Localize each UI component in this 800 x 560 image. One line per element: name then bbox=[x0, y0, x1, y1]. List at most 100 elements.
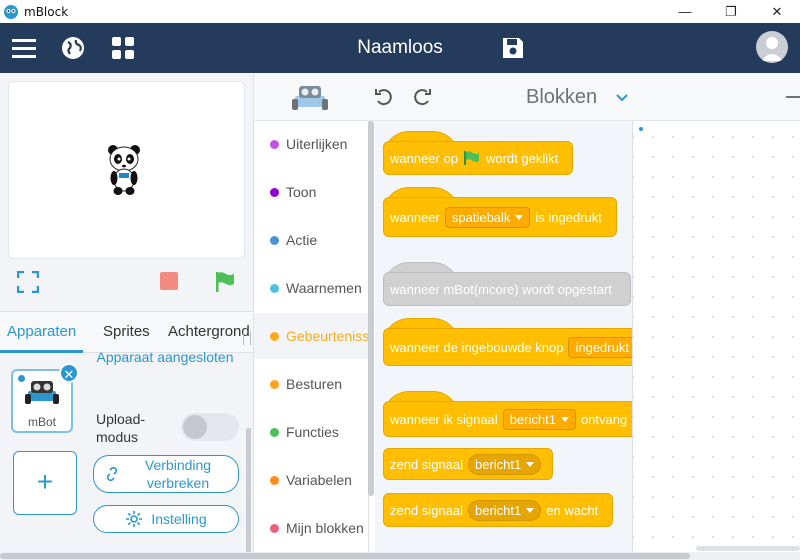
chevron-down-icon[interactable] bbox=[615, 91, 629, 105]
close-window-button[interactable]: ✕ bbox=[754, 0, 800, 23]
category-variabelen[interactable]: Variabelen bbox=[254, 457, 370, 503]
mblock-logo-icon bbox=[4, 4, 18, 19]
block-text: wordt geklikt bbox=[485, 150, 559, 166]
category-mijn-blokken[interactable]: Mijn blokken bbox=[254, 505, 370, 551]
menu-icon[interactable] bbox=[11, 35, 37, 61]
toggle-knob bbox=[183, 415, 207, 439]
block-text: wanneer mBot(mcore) wordt opgestart bbox=[390, 281, 612, 297]
device-name: mBot bbox=[27, 415, 56, 429]
canvas-scrollbar[interactable] bbox=[696, 546, 800, 551]
block-text: en wacht bbox=[546, 502, 599, 518]
dropdown-value: bericht1 bbox=[509, 411, 556, 427]
button-state-dropdown[interactable]: ingedrukt bbox=[568, 336, 632, 358]
upload-mode-toggle[interactable] bbox=[181, 413, 239, 441]
save-icon[interactable] bbox=[500, 35, 526, 61]
category-label: Gebeurtenissen bbox=[286, 328, 370, 344]
message-dropdown[interactable]: bericht1 bbox=[468, 499, 542, 521]
block-when-receive-message[interactable]: wanneer ik signaal bericht1 ontvang bbox=[383, 401, 632, 437]
script-canvas[interactable] bbox=[633, 121, 800, 560]
bottom-scrollbar-thumb[interactable] bbox=[0, 553, 690, 559]
block-broadcast[interactable]: zend signaal bericht1 bbox=[383, 448, 553, 480]
left-panel: Apparaten Sprites Achtergrond ✕ mBot + A… bbox=[0, 73, 253, 560]
add-device-button[interactable]: + bbox=[13, 451, 77, 515]
block-when-mbot-starts[interactable]: wanneer mBot(mcore) wordt opgestart bbox=[383, 272, 631, 306]
message-dropdown[interactable]: bericht1 bbox=[502, 408, 576, 430]
category-uiterlijken[interactable]: Uiterlijken bbox=[254, 121, 370, 167]
block-palette: wanneer op wordt geklikt wanneer spatieb… bbox=[375, 121, 633, 560]
block-category-list: Uiterlijken Toon Actie Waarnemen Gebeurt… bbox=[253, 121, 370, 560]
category-label: Waarnemen bbox=[286, 280, 362, 296]
dropdown-value: spatiebalk bbox=[451, 209, 511, 225]
category-dot bbox=[270, 427, 279, 437]
dropdown-value: ingedrukt bbox=[575, 339, 629, 355]
category-gebeurtenissen[interactable]: Gebeurtenissen bbox=[254, 313, 370, 359]
window-title: mBlock bbox=[24, 4, 69, 19]
category-functies[interactable]: Functies bbox=[254, 409, 370, 455]
canvas-origin-dot bbox=[639, 127, 643, 131]
dropdown-value: bericht1 bbox=[475, 456, 522, 472]
active-tab-indicator bbox=[0, 350, 83, 353]
tab-achtergrond[interactable]: Achtergrond bbox=[168, 312, 250, 352]
window-titlebar: mBlock — ❐ ✕ bbox=[0, 0, 800, 23]
stop-icon[interactable] bbox=[159, 271, 181, 293]
top-menubar: Naamloos bbox=[0, 23, 800, 73]
category-label: Mijn blokken bbox=[286, 520, 364, 536]
block-text: wanneer de ingebouwde knop bbox=[390, 339, 564, 355]
tab-apparaten[interactable]: Apparaten bbox=[7, 312, 76, 352]
blocks-title[interactable]: Blokken bbox=[526, 73, 597, 121]
unlink-icon bbox=[106, 466, 118, 482]
disconnect-button[interactable]: Verbinding verbreken bbox=[93, 455, 239, 493]
blocks-header: Blokken bbox=[253, 73, 800, 121]
gear-icon bbox=[126, 511, 143, 527]
upload-mode-label: Upload-modus bbox=[96, 411, 146, 445]
fullscreen-icon[interactable] bbox=[16, 270, 40, 294]
block-text: ontvang bbox=[580, 411, 628, 427]
block-text: wanneer op bbox=[390, 150, 458, 166]
block-when-flag-clicked[interactable]: wanneer op wordt geklikt bbox=[383, 141, 573, 175]
redo-icon[interactable] bbox=[412, 87, 432, 107]
maximize-button[interactable]: ❐ bbox=[708, 0, 754, 23]
stage[interactable] bbox=[8, 81, 245, 259]
panda-sprite[interactable] bbox=[106, 142, 142, 196]
tab-sprites[interactable]: Sprites bbox=[103, 312, 150, 352]
category-dot bbox=[270, 523, 279, 533]
category-dot bbox=[270, 235, 279, 245]
remove-device-button[interactable]: ✕ bbox=[59, 363, 79, 383]
left-panel-scrollbar[interactable] bbox=[246, 428, 251, 558]
category-scrollbar[interactable] bbox=[368, 121, 374, 496]
user-avatar-icon[interactable] bbox=[756, 31, 788, 63]
green-flag-icon bbox=[463, 151, 479, 165]
category-waarnemen[interactable]: Waarnemen bbox=[254, 265, 370, 311]
globe-icon[interactable] bbox=[60, 35, 86, 61]
dropdown-arrow-icon bbox=[560, 416, 569, 422]
category-label: Besturen bbox=[286, 376, 343, 392]
device-card-mbot[interactable]: ✕ mBot bbox=[11, 363, 79, 433]
block-text: wanneer bbox=[390, 209, 440, 225]
category-label: Functies bbox=[286, 424, 339, 440]
mbot-device-icon[interactable] bbox=[292, 83, 328, 111]
category-dot bbox=[270, 331, 279, 341]
block-text: zend signaal bbox=[390, 502, 463, 518]
block-broadcast-and-wait[interactable]: zend signaal bericht1 en wacht bbox=[383, 493, 613, 527]
block-when-key-pressed[interactable]: wanneer spatiebalk is ingedrukt bbox=[383, 197, 617, 237]
minimize-button[interactable]: — bbox=[662, 0, 708, 23]
undo-icon[interactable] bbox=[374, 87, 394, 107]
dropdown-value: bericht1 bbox=[475, 502, 522, 518]
settings-label: Instelling bbox=[151, 511, 207, 527]
mbot-robot-icon bbox=[25, 381, 59, 404]
category-actie[interactable]: Actie bbox=[254, 217, 370, 263]
key-dropdown[interactable]: spatiebalk bbox=[444, 206, 531, 228]
green-flag-icon[interactable] bbox=[214, 271, 236, 293]
category-label: Uiterlijken bbox=[286, 136, 348, 152]
block-when-onboard-button[interactable]: wanneer de ingebouwde knop ingedrukt bbox=[383, 328, 632, 366]
project-title[interactable]: Naamloos bbox=[320, 23, 480, 73]
category-besturen[interactable]: Besturen bbox=[254, 361, 370, 407]
disconnect-label: Verbinding verbreken bbox=[144, 457, 212, 491]
panel-splitter-handle[interactable] bbox=[243, 331, 251, 345]
settings-button[interactable]: Instelling bbox=[93, 505, 239, 533]
category-toon[interactable]: Toon bbox=[254, 169, 370, 215]
message-dropdown[interactable]: bericht1 bbox=[468, 453, 542, 475]
apps-icon[interactable] bbox=[110, 35, 136, 61]
category-dot bbox=[270, 283, 279, 293]
collapse-panel-icon[interactable] bbox=[786, 96, 800, 98]
